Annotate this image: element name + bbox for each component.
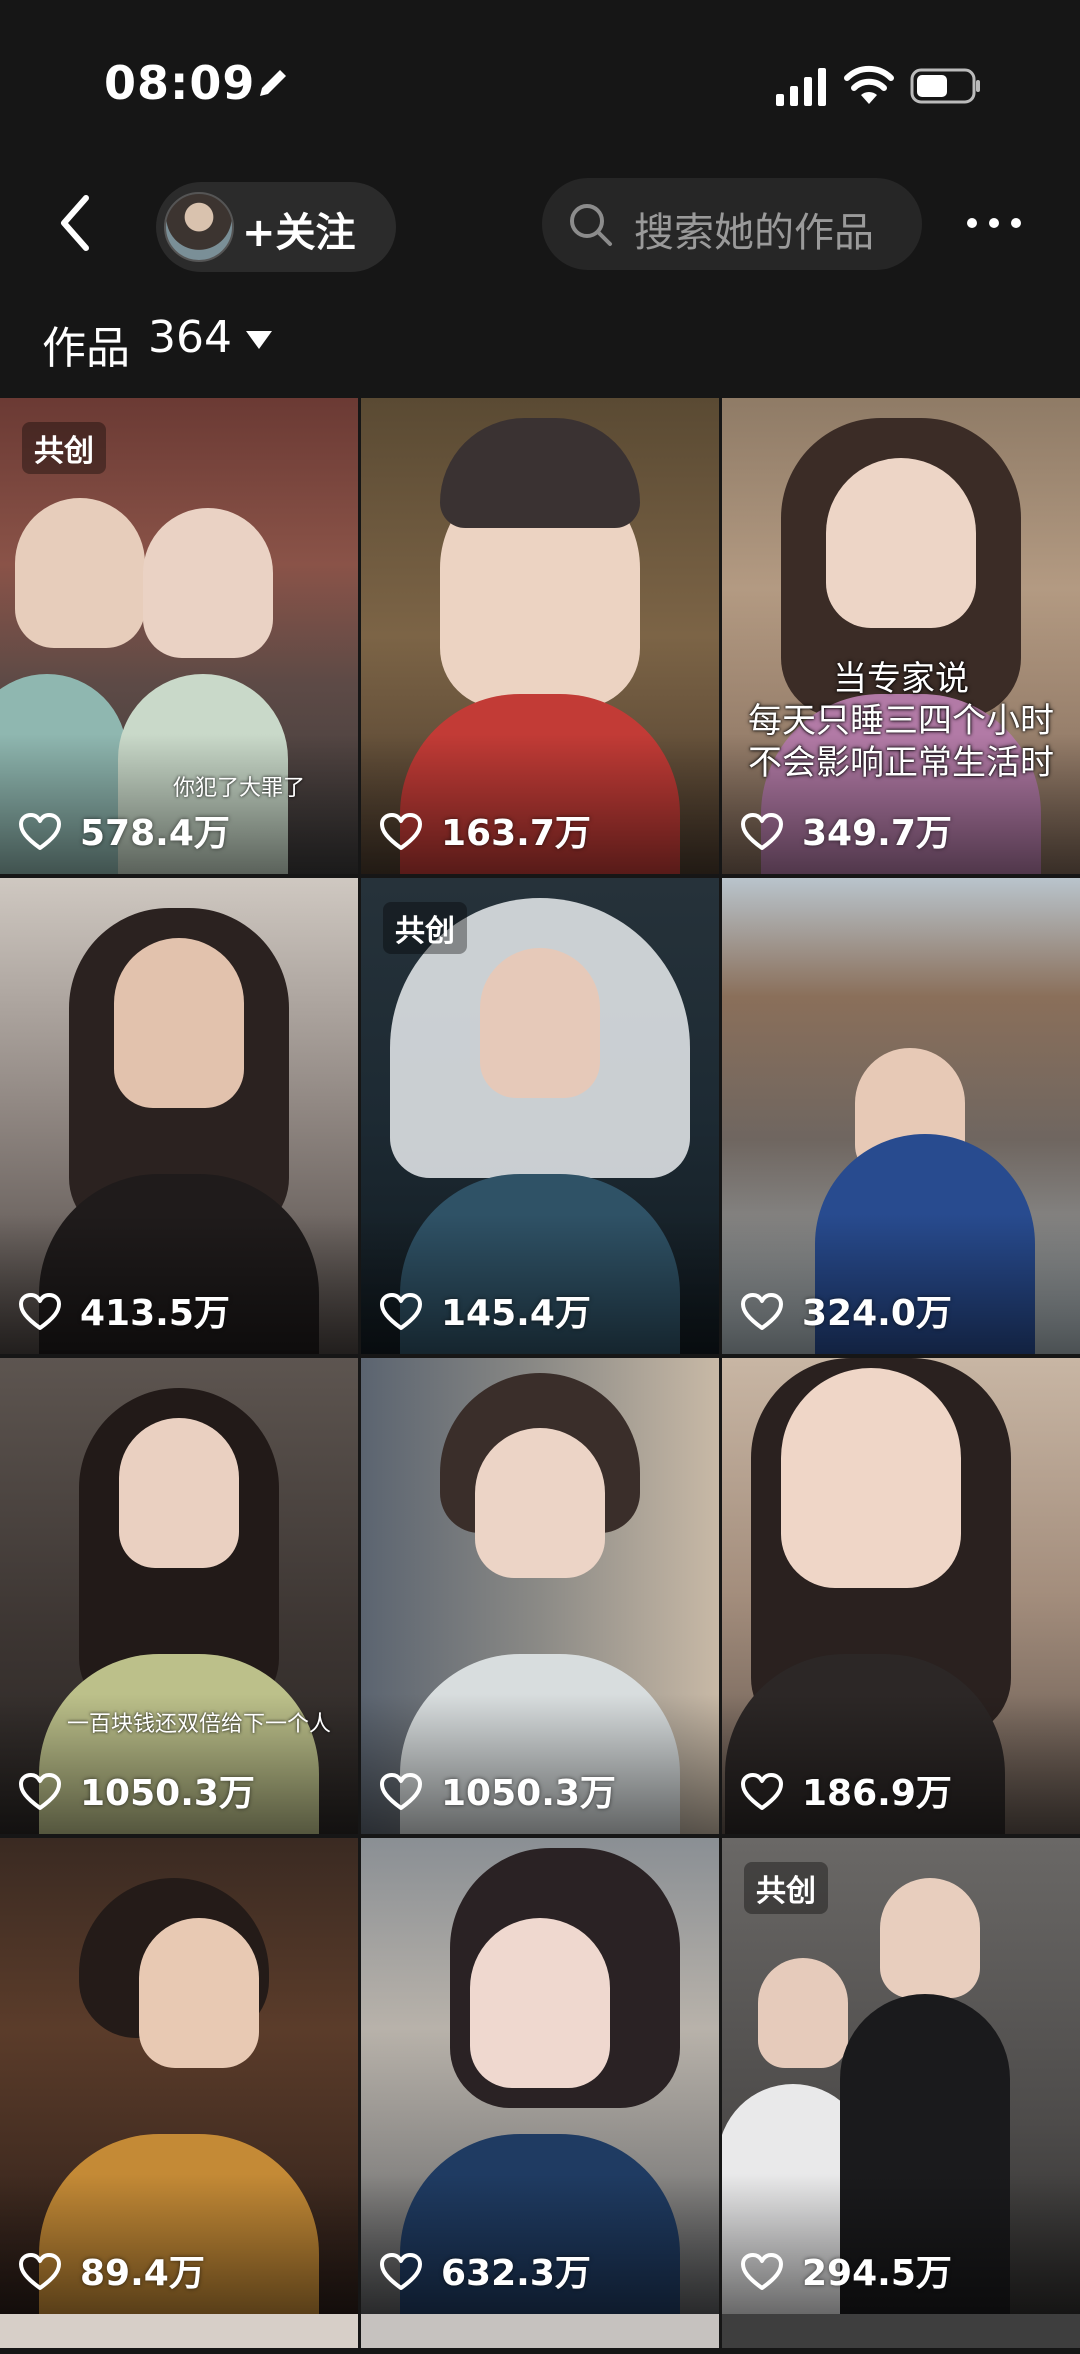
like-count: 294.5万: [802, 2253, 952, 2294]
video-tile[interactable]: 632.3万: [361, 1838, 719, 2314]
follow-label: +关注: [242, 210, 356, 256]
like-count: 324.0万: [802, 1293, 952, 1334]
like-count: 413.5万: [80, 1293, 230, 1334]
search-icon: [570, 204, 612, 246]
video-tile[interactable]: 186.9万: [722, 1358, 1080, 1834]
like-count: 1050.3万: [80, 1773, 255, 1814]
like-count: 145.4万: [441, 1293, 591, 1334]
heart-icon: [741, 813, 783, 850]
back-arrow-icon[interactable]: [50, 188, 100, 258]
search-input[interactable]: 搜索她的作品: [542, 178, 922, 270]
heart-icon: [380, 1773, 422, 1810]
heart-icon: [19, 1773, 61, 1810]
heart-icon: [380, 2253, 422, 2290]
video-tile[interactable]: 163.7万: [361, 398, 719, 874]
like-count: 186.9万: [802, 1773, 952, 1814]
heart-icon: [380, 1293, 422, 1330]
overlay-line: 不会影响正常生活时: [748, 743, 1054, 783]
dropdown-triangle-icon[interactable]: [244, 328, 274, 352]
video-caption: 你犯了大罪了: [172, 776, 305, 801]
like-count: 349.7万: [802, 813, 952, 854]
video-tile[interactable]: 当专家说 每天只睡三四个小时 不会影响正常生活时 349.7万: [722, 398, 1080, 874]
works-label: 作品: [42, 323, 130, 374]
status-bar: 08:09: [0, 0, 1080, 160]
heart-icon: [19, 1293, 61, 1330]
video-tile-peek[interactable]: [0, 2314, 358, 2348]
video-tile[interactable]: 共创 294.5万: [722, 1838, 1080, 2314]
co-create-badge: 共创: [383, 902, 467, 954]
like-count: 632.3万: [441, 2253, 591, 2294]
like-count: 163.7万: [441, 813, 591, 854]
next-row-peek: [0, 2314, 1080, 2354]
pen-icon: [260, 70, 286, 96]
signal-icon: [776, 68, 826, 106]
profile-nav-bar: +关注 搜索她的作品: [0, 160, 1080, 290]
overlay-line: 当专家说: [833, 659, 969, 699]
video-tile[interactable]: 413.5万: [0, 878, 358, 1354]
video-tile-peek[interactable]: [361, 2314, 719, 2348]
battery-icon: [910, 68, 980, 104]
status-time: 08:09: [104, 56, 256, 110]
heart-icon: [741, 1293, 783, 1330]
heart-icon: [19, 813, 61, 850]
co-create-badge: 共创: [744, 1862, 828, 1914]
like-count: 578.4万: [80, 813, 230, 854]
heart-icon: [380, 813, 422, 850]
video-caption: 一百块钱还双倍给下一个人: [66, 1712, 331, 1737]
heart-icon: [741, 2253, 783, 2290]
like-count: 1050.3万: [441, 1773, 616, 1814]
search-placeholder: 搜索她的作品: [634, 210, 874, 256]
video-tile[interactable]: 一百块钱还双倍给下一个人 1050.3万: [0, 1358, 358, 1834]
avatar[interactable]: [164, 192, 234, 262]
video-overlay-text: 当专家说 每天只睡三四个小时 不会影响正常生活时: [722, 658, 1080, 784]
video-tile-peek[interactable]: [722, 2314, 1080, 2348]
works-count: 364: [148, 312, 232, 363]
co-create-badge: 共创: [22, 422, 106, 474]
wifi-icon: [844, 65, 894, 104]
video-tile[interactable]: 1050.3万: [361, 1358, 719, 1834]
video-tile[interactable]: 共创 你犯了大罪了 578.4万: [0, 398, 358, 874]
video-tile[interactable]: 共创 145.4万: [361, 878, 719, 1354]
follow-button[interactable]: +关注: [156, 182, 396, 272]
more-icon[interactable]: [964, 208, 1024, 238]
works-header[interactable]: 作品 364: [0, 290, 1080, 400]
video-tile[interactable]: 324.0万: [722, 878, 1080, 1354]
like-count: 89.4万: [80, 2253, 205, 2294]
overlay-line: 每天只睡三四个小时: [748, 701, 1054, 741]
heart-icon: [19, 2253, 61, 2290]
video-tile[interactable]: 89.4万: [0, 1838, 358, 2314]
heart-icon: [741, 1773, 783, 1810]
